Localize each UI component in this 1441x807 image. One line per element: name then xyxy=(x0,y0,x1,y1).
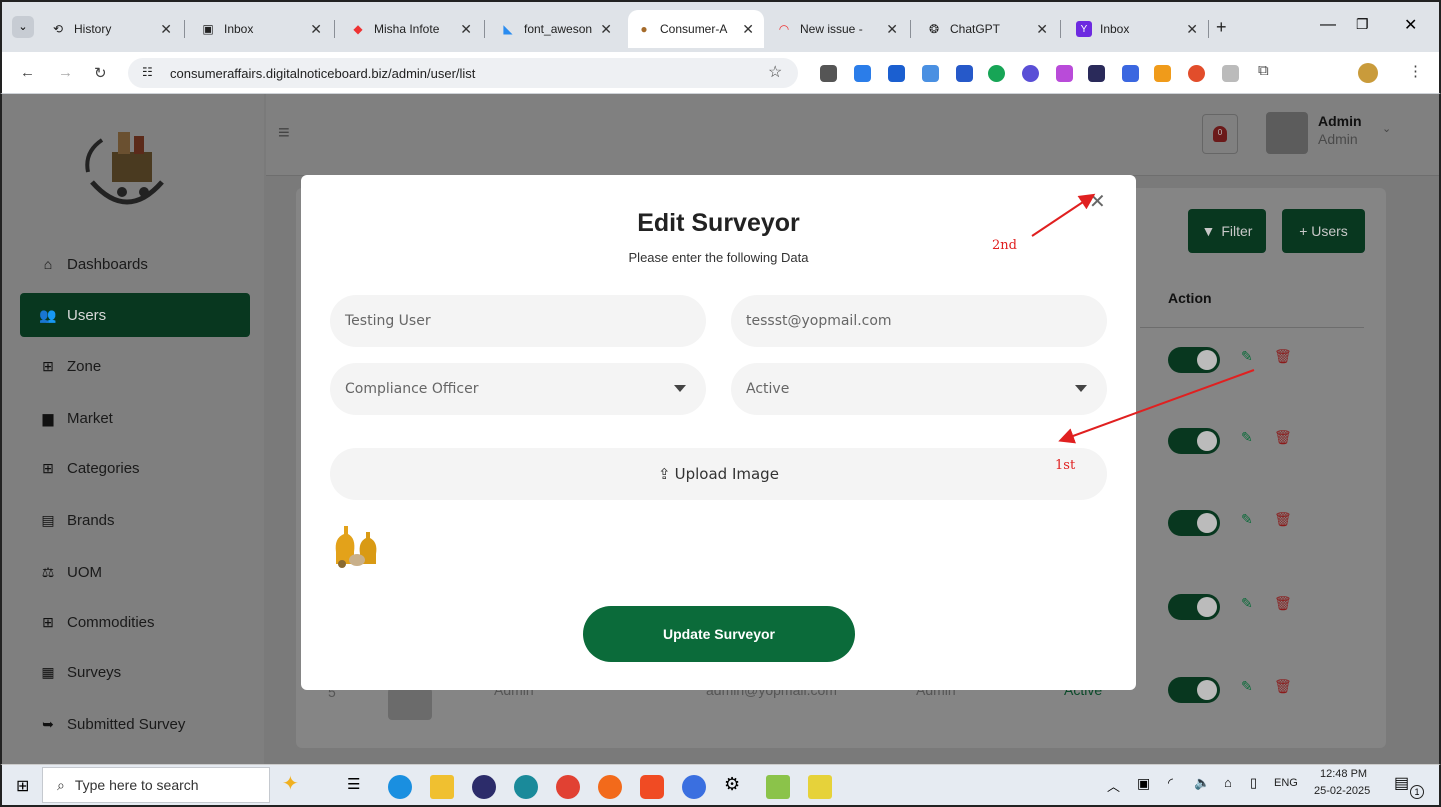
taskbar-search[interactable]: ⌕ Type here to search xyxy=(42,767,270,803)
clock-date[interactable]: 25-02-2025 xyxy=(1314,785,1370,797)
skype-icon[interactable] xyxy=(388,775,412,799)
brave-icon[interactable] xyxy=(640,775,664,799)
annotation-label-1st: 1st xyxy=(1055,458,1076,473)
clock-time[interactable]: 12:48 PM xyxy=(1320,768,1367,780)
windows-start-icon[interactable]: ⊞ xyxy=(16,776,29,796)
battery-icon[interactable]: ▯ xyxy=(1250,775,1257,791)
chrome-icon[interactable] xyxy=(556,775,580,799)
file-explorer-icon[interactable] xyxy=(430,775,454,799)
notepad-icon[interactable] xyxy=(766,775,790,799)
firefox-icon[interactable] xyxy=(598,775,622,799)
notification-center-icon[interactable]: ▤ xyxy=(1394,773,1409,793)
search-icon: ⌕ xyxy=(57,776,65,793)
volume-icon[interactable]: 🔈 xyxy=(1194,775,1210,791)
annotation-label-2nd: 2nd xyxy=(992,238,1017,253)
arrow-1st xyxy=(1058,369,1255,444)
app-icon[interactable] xyxy=(808,775,832,799)
copilot-sparkle-icon[interactable]: ✦ xyxy=(282,771,299,796)
tray-app-icon[interactable]: ▣ xyxy=(1137,775,1150,792)
language-indicator[interactable]: ENG xyxy=(1274,777,1298,789)
arrow-2nd xyxy=(1031,193,1096,237)
tray-chevron-up-icon[interactable]: ︿ xyxy=(1107,776,1120,795)
settings-gear-icon[interactable]: ⚙ xyxy=(724,774,740,795)
wifi-icon[interactable]: ◜ xyxy=(1168,775,1173,791)
annotation-arrows xyxy=(1031,193,1255,444)
network-icon[interactable]: ⌂ xyxy=(1224,775,1232,790)
windows-taskbar: ⊞ ⌕ Type here to search ✦ ☰ ⚙ ︿ ▣ ◜ 🔈 ⌂ … xyxy=(0,764,1441,807)
notification-badge: 1 xyxy=(1410,785,1424,799)
app-icon[interactable] xyxy=(682,775,706,799)
edge-icon[interactable] xyxy=(514,775,538,799)
eclipse-icon[interactable] xyxy=(472,775,496,799)
task-view-icon[interactable]: ☰ xyxy=(347,775,360,793)
